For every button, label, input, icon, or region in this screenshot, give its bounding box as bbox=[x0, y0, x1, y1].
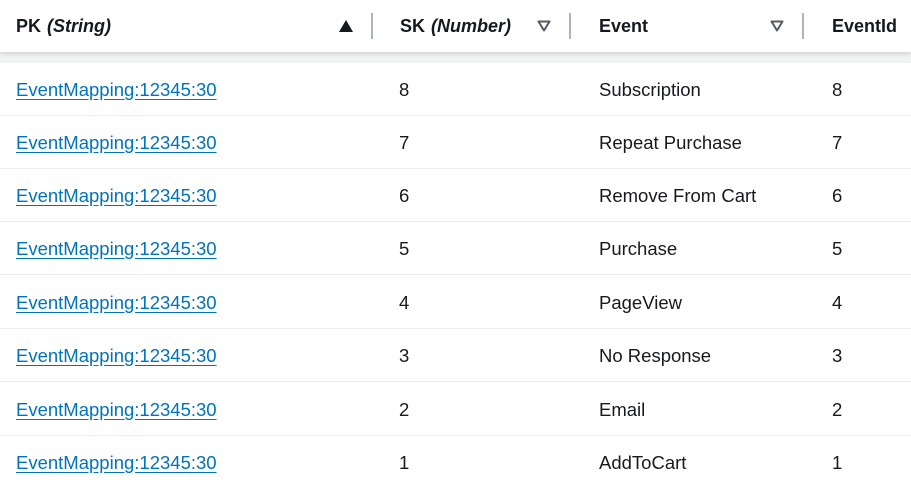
table-row[interactable]: EventMapping:12345:30 4 PageView 4 bbox=[0, 276, 911, 329]
sort-descending-icon[interactable] bbox=[534, 16, 554, 36]
table-row[interactable]: EventMapping:12345:30 8 Subscription 8 bbox=[0, 63, 911, 116]
column-header-event-id[interactable]: EventId bbox=[832, 0, 897, 52]
event-cell: Purchase bbox=[599, 237, 678, 259]
header-shadow bbox=[0, 52, 911, 63]
event-id-cell: 8 bbox=[832, 78, 843, 100]
event-id-cell: 7 bbox=[832, 131, 843, 153]
event-cell: Subscription bbox=[599, 78, 701, 100]
table-row[interactable]: EventMapping:12345:30 7 Repeat Purchase … bbox=[0, 116, 911, 169]
sk-cell: 5 bbox=[399, 237, 410, 259]
pk-link[interactable]: EventMapping:12345:30 bbox=[16, 222, 217, 275]
sort-descending-icon[interactable] bbox=[767, 16, 787, 36]
table-row[interactable]: EventMapping:12345:30 6 Remove From Cart… bbox=[0, 169, 911, 222]
sk-cell: 1 bbox=[399, 451, 410, 473]
pk-link[interactable]: EventMapping:12345:30 bbox=[16, 436, 217, 488]
column-header-sk[interactable]: SK (Number) bbox=[400, 0, 511, 52]
column-header-type: (Number) bbox=[431, 15, 512, 36]
table-header: PK (String) SK (Number) Event EventId bbox=[0, 0, 911, 52]
sort-ascending-icon[interactable] bbox=[336, 16, 356, 36]
column-header-type: (String) bbox=[47, 15, 111, 36]
column-header-event[interactable]: Event bbox=[599, 0, 648, 52]
event-id-cell: 1 bbox=[832, 451, 843, 473]
pk-link[interactable]: EventMapping:12345:30 bbox=[16, 116, 217, 169]
sk-cell: 8 bbox=[399, 78, 410, 100]
table-row[interactable]: EventMapping:12345:30 5 Purchase 5 bbox=[0, 222, 911, 275]
event-id-cell: 3 bbox=[832, 344, 843, 366]
sk-cell: 6 bbox=[399, 184, 410, 206]
sk-cell: 3 bbox=[399, 344, 410, 366]
column-header-pk[interactable]: PK (String) bbox=[16, 0, 111, 52]
column-resize-handle[interactable] bbox=[569, 13, 571, 39]
event-cell: Email bbox=[599, 398, 646, 420]
event-id-cell: 2 bbox=[832, 398, 843, 420]
table-row[interactable]: EventMapping:12345:30 1 AddToCart 1 bbox=[0, 436, 911, 488]
event-id-cell: 6 bbox=[832, 184, 843, 206]
column-resize-handle[interactable] bbox=[802, 13, 804, 39]
sk-cell: 7 bbox=[399, 131, 410, 153]
sk-cell: 4 bbox=[399, 291, 410, 313]
event-id-cell: 5 bbox=[832, 237, 843, 259]
column-header-label: SK bbox=[400, 15, 426, 36]
pk-link[interactable]: EventMapping:12345:30 bbox=[16, 383, 217, 436]
items-table: PK (String) SK (Number) Event EventId Ev… bbox=[0, 0, 911, 488]
event-cell: PageView bbox=[599, 291, 682, 313]
event-id-cell: 4 bbox=[832, 291, 843, 313]
sk-cell: 2 bbox=[399, 398, 410, 420]
table-row[interactable]: EventMapping:12345:30 3 No Response 3 bbox=[0, 329, 911, 382]
column-resize-handle[interactable] bbox=[371, 13, 373, 39]
event-cell: No Response bbox=[599, 344, 712, 366]
event-cell: Repeat Purchase bbox=[599, 131, 742, 153]
pk-link[interactable]: EventMapping:12345:30 bbox=[16, 329, 217, 382]
column-header-label: EventId bbox=[832, 15, 898, 36]
event-cell: Remove From Cart bbox=[599, 184, 757, 206]
pk-link[interactable]: EventMapping:12345:30 bbox=[16, 169, 217, 222]
table-row[interactable]: EventMapping:12345:30 2 Email 2 bbox=[0, 383, 911, 436]
event-cell: AddToCart bbox=[599, 451, 687, 473]
pk-link[interactable]: EventMapping:12345:30 bbox=[16, 276, 217, 329]
column-header-label: Event bbox=[599, 15, 649, 36]
pk-link[interactable]: EventMapping:12345:30 bbox=[16, 63, 217, 116]
column-header-label: PK bbox=[16, 15, 42, 36]
